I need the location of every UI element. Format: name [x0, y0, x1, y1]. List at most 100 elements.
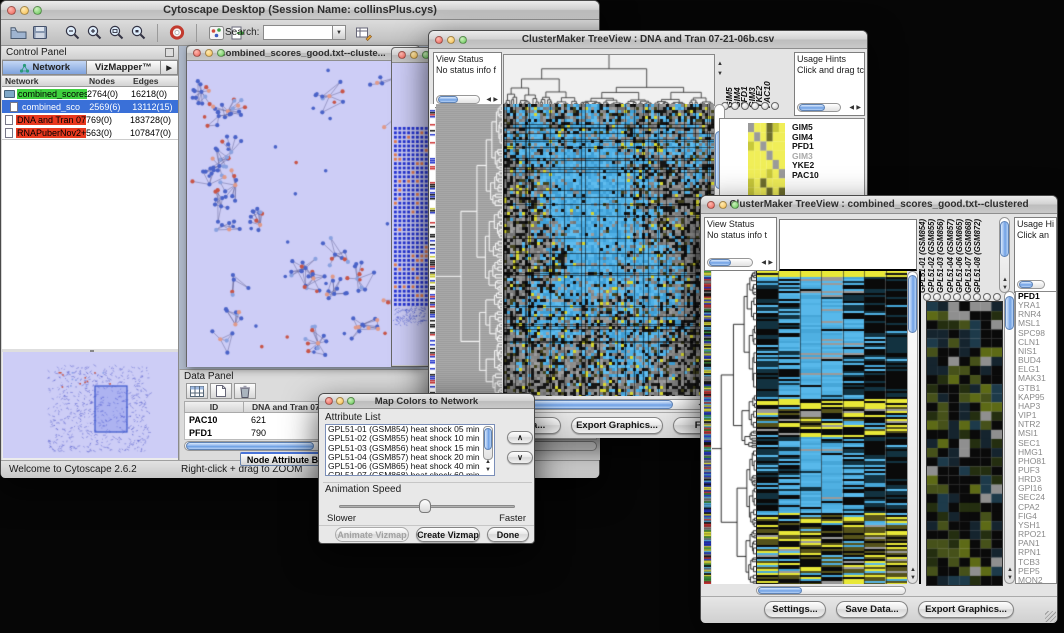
minimize-icon[interactable] — [336, 397, 344, 405]
settings-button[interactable]: Settings... — [764, 601, 826, 618]
network-canvas[interactable] — [187, 61, 419, 367]
zoom-selected-icon[interactable] — [127, 23, 149, 43]
network-view-title-bar[interactable]: combined_scores_good.txt--cluste... — [187, 46, 419, 61]
minimize-icon[interactable] — [719, 201, 727, 209]
mini-tool-icon[interactable] — [741, 102, 749, 110]
maximize-icon[interactable] — [731, 201, 739, 209]
attribute-list-item[interactable]: GPL51-07 (GSM868) heat shock 60 min — [326, 471, 494, 476]
scroll-up-icon[interactable]: ▲ — [1007, 567, 1013, 573]
minimize-icon[interactable] — [447, 36, 455, 44]
mini-tool-icon[interactable] — [953, 293, 961, 301]
view-status-hscroll[interactable] — [707, 258, 753, 267]
zoom-out-icon[interactable] — [61, 23, 83, 43]
tab-network[interactable]: Network — [2, 60, 87, 75]
scroll-thumb[interactable] — [1005, 296, 1014, 330]
delete-attribute-trash-icon[interactable] — [234, 383, 256, 399]
gene-list-item[interactable]: MON2 — [1016, 576, 1056, 584]
scroll-left-icon[interactable]: ◀ — [761, 260, 766, 266]
close-icon[interactable] — [398, 51, 406, 59]
mini-tool-icon[interactable] — [993, 293, 1001, 301]
mini-tool-icon[interactable] — [923, 293, 931, 301]
save-icon[interactable] — [29, 23, 51, 43]
network-view-2-title-bar[interactable] — [392, 48, 428, 63]
scroll-thumb[interactable] — [758, 587, 802, 594]
move-down-button[interactable]: ∨ — [507, 451, 533, 464]
link-table-icon[interactable] — [353, 23, 375, 43]
minimize-icon[interactable] — [410, 51, 418, 59]
scroll-thumb[interactable] — [186, 442, 314, 450]
create-vizmap-button[interactable]: Create Vizmap — [416, 527, 480, 542]
network-table-header-cell[interactable]: Nodes — [86, 76, 130, 86]
network-table-header-cell[interactable]: Edges — [130, 76, 177, 86]
minimize-icon[interactable] — [205, 49, 213, 57]
view-status-hscroll[interactable] — [436, 95, 480, 104]
scroll-thumb[interactable] — [1019, 281, 1033, 288]
scroll-thumb[interactable] — [438, 96, 458, 103]
treeview1-title-bar[interactable]: ClusterMaker TreeView : DNA and Tran 07-… — [429, 31, 867, 49]
treeview2-genes-vscroll[interactable]: ▲ ▼ — [1004, 291, 1015, 584]
scroll-thumb[interactable] — [709, 259, 731, 266]
done-button[interactable]: Done — [487, 527, 529, 542]
dialog-title-bar[interactable]: Map Colors to Network — [319, 394, 534, 409]
network-table-header-cell[interactable]: Network — [2, 76, 86, 86]
mini-tool-icon[interactable] — [983, 293, 991, 301]
speed-slider-thumb[interactable] — [419, 499, 431, 513]
scroll-thumb[interactable] — [484, 428, 492, 450]
close-icon[interactable] — [325, 397, 333, 405]
mini-tool-icon[interactable] — [731, 102, 739, 110]
treeview2-zoom-heatmap[interactable] — [926, 301, 1003, 586]
treeview2-title-bar[interactable]: ClusterMaker TreeView : combined_scores_… — [701, 196, 1057, 214]
animate-vizmap-button[interactable]: Animate Vizmap — [335, 527, 409, 542]
scroll-thumb[interactable] — [908, 275, 917, 333]
resize-grip[interactable] — [1045, 611, 1056, 622]
float-panel-icon[interactable] — [165, 48, 174, 57]
mini-tool-icon[interactable] — [963, 293, 971, 301]
column-label[interactable]: GPL51-08 (GSM872) — [974, 217, 983, 293]
tab-vizmapper[interactable]: VizMapper™ — [87, 60, 162, 75]
scroll-down-icon[interactable]: ▼ — [1007, 575, 1013, 581]
zoom-fit-icon[interactable] — [105, 23, 127, 43]
scroll-up-icon[interactable]: ▲ — [910, 567, 916, 573]
scroll-thumb[interactable] — [799, 104, 825, 111]
select-attributes-icon[interactable] — [186, 383, 208, 399]
attribute-col-id[interactable]: ID — [185, 402, 243, 412]
treeview2-vscroll[interactable]: ▲ ▼ — [907, 271, 918, 584]
listbox-vscroll[interactable] — [483, 426, 493, 460]
scroll-down-icon[interactable]: ▼ — [485, 467, 491, 473]
scroll-up-icon[interactable]: ▲ — [485, 459, 491, 465]
treeview2-column-dendrogram-area[interactable] — [779, 219, 917, 271]
scroll-down-icon[interactable]: ▼ — [717, 71, 723, 77]
search-input[interactable] — [263, 25, 333, 40]
help-lifesaver-icon[interactable] — [166, 23, 188, 43]
vizmapper-palette-icon[interactable] — [205, 23, 227, 43]
close-icon[interactable] — [193, 49, 201, 57]
network-overview-canvas[interactable] — [3, 352, 178, 458]
mini-tool-icon[interactable] — [751, 102, 759, 110]
close-icon[interactable] — [7, 6, 16, 15]
maximize-icon[interactable] — [459, 36, 467, 44]
mini-tool-icon[interactable] — [943, 293, 951, 301]
save-data-button[interactable]: Save Data... — [836, 601, 908, 618]
treeview2-labels-vscroll[interactable]: ▲ ▼ — [999, 217, 1010, 293]
minimize-icon[interactable] — [20, 6, 29, 15]
move-up-button[interactable]: ∧ — [507, 431, 533, 444]
main-title-bar[interactable]: Cytoscape Desktop (Session Name: collins… — [1, 1, 599, 20]
gene-label[interactable]: PAC10 — [792, 171, 819, 181]
maximize-icon[interactable] — [33, 6, 42, 15]
scroll-up-icon[interactable]: ▲ — [1002, 277, 1008, 283]
scroll-left-icon[interactable]: ◀ — [849, 105, 854, 111]
treeview2-row-dendrogram[interactable] — [712, 271, 756, 584]
treeview1-column-dendrogram[interactable] — [503, 54, 715, 106]
open-file-icon[interactable] — [7, 23, 29, 43]
scroll-right-icon[interactable]: ▶ — [768, 260, 773, 266]
mini-tool-icon[interactable] — [973, 293, 981, 301]
treeview1-row-dendrogram[interactable] — [436, 104, 502, 396]
export-graphics-button[interactable]: Export Graphics... — [571, 417, 663, 434]
network-row[interactable]: DNA and Tran 07 769(0) 183728(0) — [2, 113, 178, 126]
close-icon[interactable] — [707, 201, 715, 209]
network-row[interactable]: combined_sco 2569(6) 13112(15) — [2, 100, 178, 113]
mini-tool-icon[interactable] — [933, 293, 941, 301]
search-dropdown-icon[interactable]: ▼ — [332, 25, 346, 40]
scroll-up-icon[interactable]: ▲ — [717, 61, 723, 67]
scroll-left-icon[interactable]: ◀ — [486, 97, 491, 103]
